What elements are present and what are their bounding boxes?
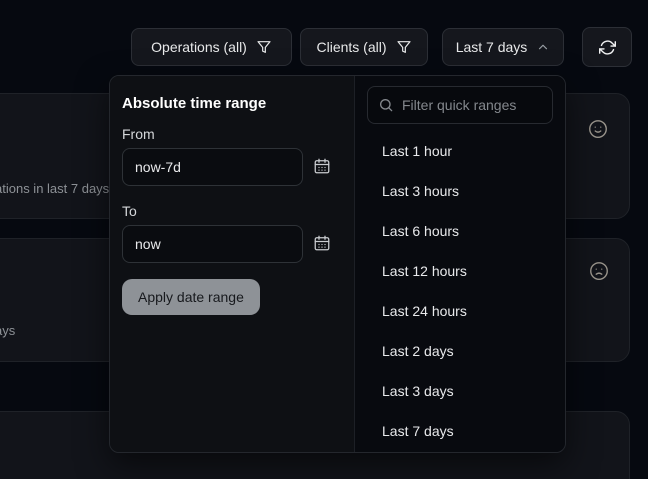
operations-filter-label: Operations (all) [151, 39, 247, 55]
refresh-icon [599, 39, 616, 56]
quick-ranges-list: Last 1 hour Last 3 hours Last 6 hours La… [355, 131, 565, 451]
time-range-dropdown-button[interactable]: Last 7 days [442, 28, 564, 66]
card-subtitle-truncated: ays [0, 323, 15, 338]
chevron-up-icon [536, 40, 550, 54]
to-calendar-button[interactable] [312, 234, 332, 254]
neutral-face-icon [587, 118, 609, 140]
clients-filter-button[interactable]: Clients (all) [300, 28, 428, 66]
quick-ranges-panel: Last 1 hour Last 3 hours Last 6 hours La… [355, 76, 565, 452]
absolute-time-range-title: Absolute time range [122, 95, 342, 112]
quick-range-item-last-7-days[interactable]: Last 7 days [355, 411, 565, 451]
from-input[interactable] [122, 148, 303, 186]
filter-icon [256, 39, 272, 55]
quick-range-item-last-24-hours[interactable]: Last 24 hours [355, 291, 565, 331]
quick-range-item-last-3-hours[interactable]: Last 3 hours [355, 171, 565, 211]
from-label: From [122, 126, 342, 142]
app-screen: ations in last 7 days ays Operations (al… [0, 0, 648, 479]
filter-icon [396, 39, 412, 55]
operations-filter-button[interactable]: Operations (all) [131, 28, 292, 66]
time-range-label: Last 7 days [456, 39, 528, 55]
time-picker-dropdown: Absolute time range From [109, 75, 566, 453]
to-label: To [122, 203, 342, 219]
calendar-icon [313, 157, 331, 178]
quick-range-item-last-3-days[interactable]: Last 3 days [355, 371, 565, 411]
absolute-time-range-panel: Absolute time range From [110, 76, 355, 452]
from-calendar-button[interactable] [312, 157, 332, 177]
apply-date-range-button[interactable]: Apply date range [122, 279, 260, 315]
card-subtitle-truncated: ations in last 7 days [0, 181, 109, 196]
quick-range-item-last-12-hours[interactable]: Last 12 hours [355, 251, 565, 291]
quick-range-item-last-6-hours[interactable]: Last 6 hours [355, 211, 565, 251]
calendar-icon [313, 234, 331, 255]
to-input[interactable] [122, 225, 303, 263]
sad-face-icon [588, 260, 610, 282]
quick-range-item-last-1-hour[interactable]: Last 1 hour [355, 131, 565, 171]
clients-filter-label: Clients (all) [316, 39, 386, 55]
quick-range-item-last-2-days[interactable]: Last 2 days [355, 331, 565, 371]
filter-quick-ranges-input[interactable] [367, 86, 553, 124]
refresh-button[interactable] [582, 27, 632, 67]
